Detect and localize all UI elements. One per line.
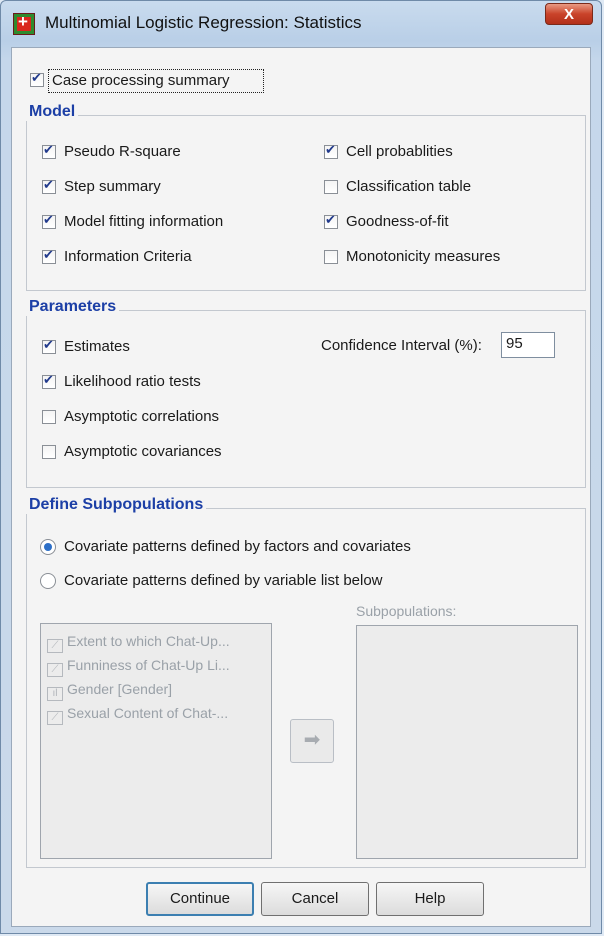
classification-table-label[interactable]: Classification table xyxy=(346,178,471,195)
information-criteria-label[interactable]: Information Criteria xyxy=(64,248,192,265)
help-button[interactable]: Help xyxy=(376,882,484,916)
estimates-label[interactable]: Estimates xyxy=(64,338,130,355)
goodness-of-fit-label[interactable]: Goodness-of-fit xyxy=(346,213,449,230)
case-processing-checkbox[interactable] xyxy=(30,71,44,87)
goodness-of-fit-checkbox[interactable] xyxy=(324,213,338,229)
likelihood-ratio-label[interactable]: Likelihood ratio tests xyxy=(64,373,201,390)
list-item[interactable]: ⟋ Funniness of Chat-Up Li... xyxy=(47,657,230,677)
list-item[interactable]: ⟋ Sexual Content of Chat-... xyxy=(47,705,228,725)
scale-icon: ⟋ xyxy=(47,711,63,725)
asymptotic-correlations-label[interactable]: Asymptotic correlations xyxy=(64,408,219,425)
variable-list-radio[interactable] xyxy=(40,573,56,589)
monotonicity-measures-label[interactable]: Monotonicity measures xyxy=(346,248,500,265)
factors-covariates-radio[interactable] xyxy=(40,539,56,555)
list-item[interactable]: ıl Gender [Gender] xyxy=(47,681,172,701)
information-criteria-checkbox[interactable] xyxy=(42,248,56,264)
spss-app-icon xyxy=(13,12,35,35)
monotonicity-measures-checkbox[interactable] xyxy=(324,250,338,264)
continue-button[interactable]: Continue xyxy=(146,882,254,916)
model-fitting-info-checkbox[interactable] xyxy=(42,213,56,229)
likelihood-ratio-checkbox[interactable] xyxy=(42,373,56,389)
estimates-checkbox[interactable] xyxy=(42,338,56,354)
confidence-interval-label: Confidence Interval (%): xyxy=(321,337,482,354)
pseudo-r-square-label[interactable]: Pseudo R-square xyxy=(64,143,181,160)
pseudo-r-square-checkbox[interactable] xyxy=(42,143,56,159)
close-button[interactable]: X xyxy=(545,3,593,25)
nominal-icon: ıl xyxy=(47,687,63,701)
variables-listbox[interactable]: ⟋ Extent to which Chat-Up... ⟋ Funniness o… xyxy=(40,623,272,859)
model-fitting-info-label[interactable]: Model fitting information xyxy=(64,213,223,230)
case-processing-label[interactable]: Case processing summary xyxy=(52,72,230,89)
factors-covariates-label[interactable]: Covariate patterns defined by factors an… xyxy=(64,538,411,555)
title-bar[interactable]: Multinomial Logistic Regression: Statist… xyxy=(1,1,601,45)
scale-icon: ⟋ xyxy=(47,639,63,653)
subpopulations-group-title: Define Subpopulations xyxy=(26,496,207,514)
scale-icon: ⟋ xyxy=(47,663,63,677)
subpopulations-listbox[interactable] xyxy=(356,625,578,859)
classification-table-checkbox[interactable] xyxy=(324,180,338,194)
cell-probabilities-checkbox[interactable] xyxy=(324,143,338,159)
cell-probabilities-label[interactable]: Cell probablities xyxy=(346,143,453,160)
window-title: Multinomial Logistic Regression: Statist… xyxy=(45,13,362,32)
asymptotic-correlations-checkbox[interactable] xyxy=(42,410,56,424)
dialog-body: Case processing summary Model Pseudo R-s… xyxy=(11,47,591,927)
parameters-group-title: Parameters xyxy=(26,298,120,316)
step-summary-label[interactable]: Step summary xyxy=(64,178,161,195)
move-right-arrow-button[interactable]: ➡ xyxy=(290,719,334,763)
cancel-button[interactable]: Cancel xyxy=(261,882,369,916)
asymptotic-covariances-checkbox[interactable] xyxy=(42,445,56,459)
asymptotic-covariances-label[interactable]: Asymptotic covariances xyxy=(64,443,222,460)
variable-list-label[interactable]: Covariate patterns defined by variable l… xyxy=(64,572,383,589)
step-summary-checkbox[interactable] xyxy=(42,178,56,194)
dialog-window: Multinomial Logistic Regression: Statist… xyxy=(0,0,602,934)
list-item[interactable]: ⟋ Extent to which Chat-Up... xyxy=(47,633,230,653)
subpopulations-label: Subpopulations: xyxy=(356,603,457,619)
model-group-title: Model xyxy=(26,103,79,121)
confidence-interval-input[interactable]: 95 xyxy=(501,332,555,358)
